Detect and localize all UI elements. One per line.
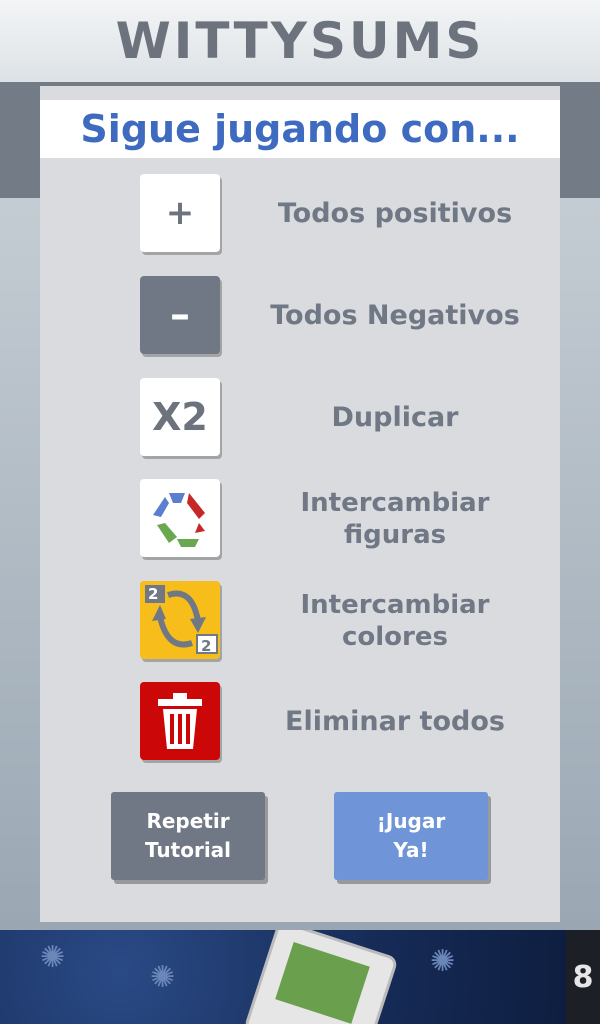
- sparkle-icon: ✺: [40, 940, 66, 975]
- x2-tile-icon: X2: [140, 378, 220, 456]
- app-title: WITTYSUMS: [115, 12, 485, 70]
- powerup-row-swap-shapes: Intercambiar figuras: [40, 479, 560, 559]
- powerup-row-duplicate: X2 Duplicar: [40, 378, 560, 458]
- powerup-label-negative: Todos Negativos: [270, 300, 520, 332]
- x2-glyph: X2: [152, 395, 208, 439]
- powerup-label-swap-shapes: Intercambiar figuras: [300, 487, 490, 551]
- minus-tile-icon: –: [140, 276, 220, 354]
- recycle-arrows-icon: [153, 493, 205, 547]
- powerups-panel: Sigue jugando con... + Todos positivos –…: [40, 86, 560, 922]
- ad-side-panel: 8: [566, 930, 600, 1024]
- ad-side-label: 8: [572, 959, 594, 995]
- swap-shapes-icon: [140, 479, 220, 557]
- repeat-tutorial-button[interactable]: Repetir Tutorial: [111, 792, 265, 880]
- trash-can-icon: [158, 693, 202, 749]
- ad-banner[interactable]: ✺ ✺ ✺: [0, 930, 566, 1024]
- powerup-label-swap-colors: Intercambiar colores: [300, 589, 490, 653]
- panel-heading: Sigue jugando con...: [80, 107, 520, 151]
- app-header: WITTYSUMS: [0, 0, 600, 82]
- sparkle-icon: ✺: [150, 960, 176, 995]
- powerup-row-positive: + Todos positivos: [40, 174, 560, 254]
- powerup-label-duplicate: Duplicar: [331, 402, 459, 434]
- phone-screen: [275, 942, 370, 1024]
- swap-colors-icon: 2 2: [140, 581, 220, 659]
- minus-glyph: –: [170, 292, 190, 338]
- powerup-label-delete-all: Eliminar todos: [285, 706, 505, 738]
- trash-icon: [140, 682, 220, 760]
- powerup-row-swap-colors: 2 2 Intercambiar colores: [40, 581, 560, 661]
- plus-glyph: +: [165, 193, 195, 233]
- powerup-row-negative: – Todos Negativos: [40, 276, 560, 356]
- swap-badge-top: 2: [148, 585, 159, 603]
- sparkle-icon: ✺: [430, 944, 456, 979]
- swap-badge-bottom: 2: [201, 637, 212, 655]
- phone-image: [243, 930, 399, 1024]
- powerup-label-positive: Todos positivos: [277, 198, 513, 230]
- play-now-button[interactable]: ¡Jugar Ya!: [334, 792, 488, 880]
- powerup-row-delete-all: Eliminar todos: [40, 682, 560, 762]
- plus-tile-icon: +: [140, 174, 220, 252]
- panel-heading-bar: Sigue jugando con...: [40, 100, 560, 158]
